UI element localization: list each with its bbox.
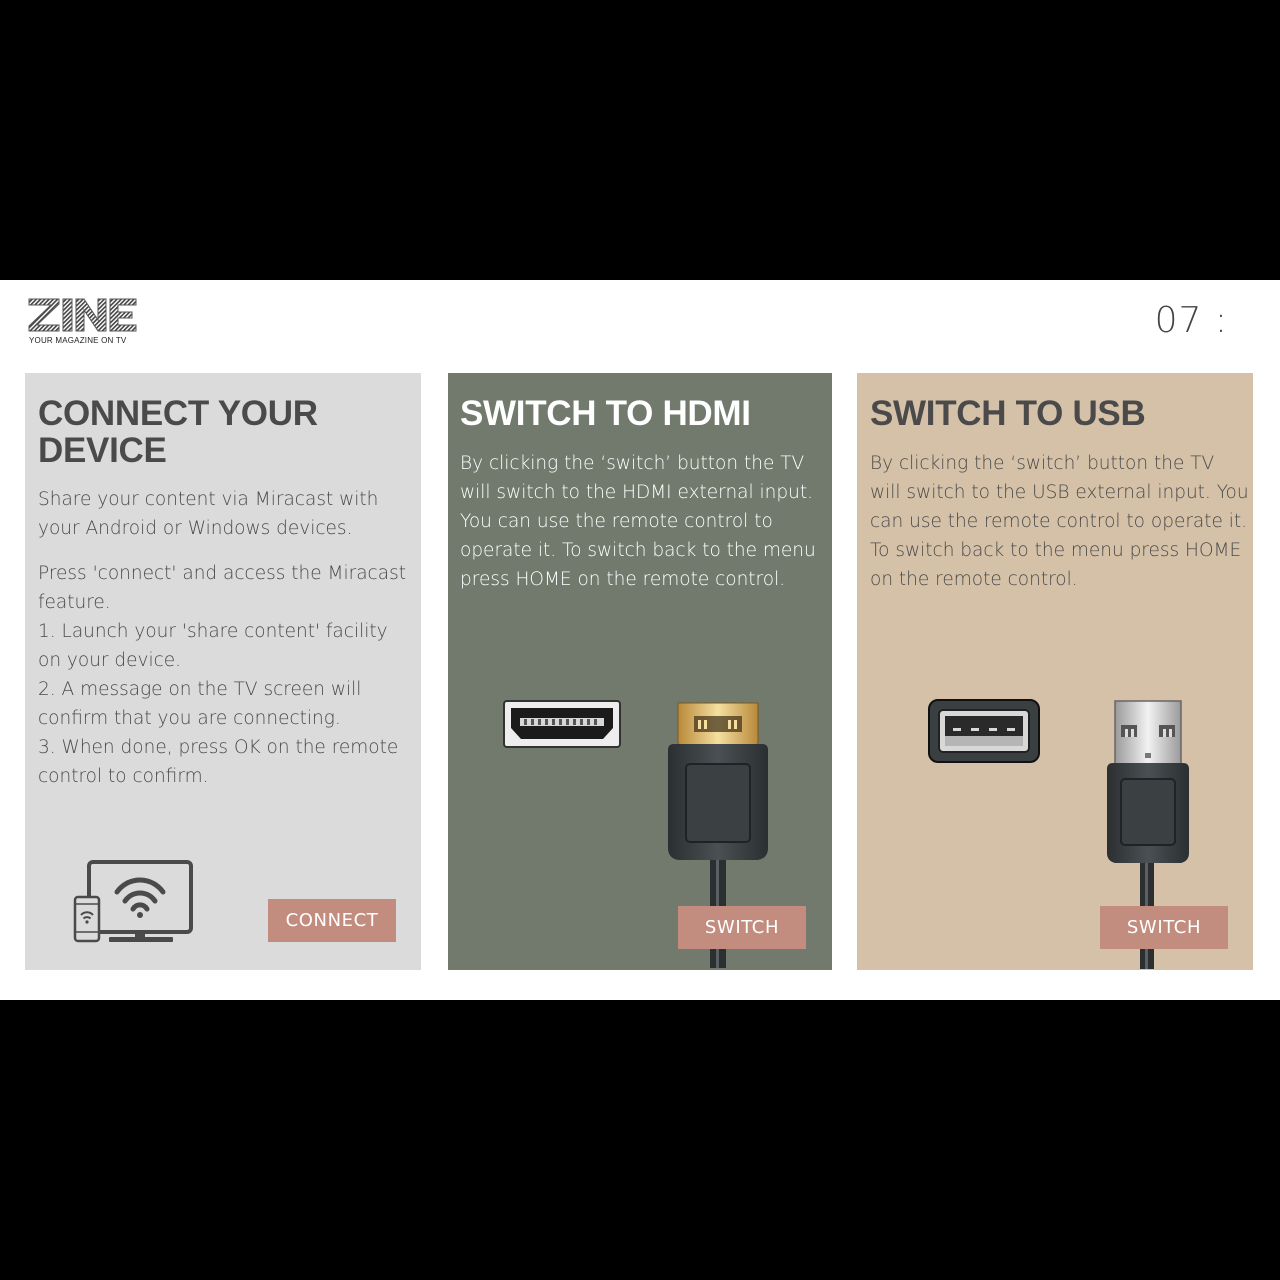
hdmi-panel-title: SWITCH TO HDMI: [460, 394, 751, 433]
smart-tv-screen: YOUR MAGAZINE ON TV 07 : CONNECT YOUR DE…: [0, 280, 1280, 1000]
connect-instruction-line: 3. When done, press OK on the remote con…: [38, 737, 399, 787]
usb-panel-title: SWITCH TO USB: [870, 394, 1146, 433]
hdmi-panel-body: By clicking the ‘switch’ button the TV w…: [460, 453, 816, 590]
connect-instruction-line: Press 'connect' and access the Miracast …: [38, 563, 406, 613]
logo-tagline: YOUR MAGAZINE ON TV: [29, 336, 127, 345]
connect-panel-title: CONNECT YOUR DEVICE: [38, 394, 318, 470]
connect-instruction-line: 2. A message on the TV screen will confi…: [38, 679, 362, 729]
connect-device-panel: CONNECT YOUR DEVICE Share your content v…: [25, 373, 421, 970]
connect-button[interactable]: CONNECT: [268, 899, 396, 942]
zine-logo: YOUR MAGAZINE ON TV: [28, 298, 138, 348]
miracast-cast-icon: [73, 860, 193, 943]
connect-intro-text: Share your content via Miracast with you…: [38, 489, 379, 539]
switch-to-usb-panel: SWITCH TO USB By clicking the ‘switch’ b…: [857, 373, 1253, 970]
clock: 07 :: [1154, 300, 1228, 341]
hdmi-switch-button[interactable]: SWITCH: [678, 906, 806, 949]
zine-logo-mark: [28, 298, 137, 332]
usb-port-icon: [928, 699, 1040, 763]
usb-panel-body: By clicking the ‘switch’ button the TV w…: [870, 453, 1249, 590]
connect-instructions: Press 'connect' and access the Miracast …: [38, 559, 413, 791]
connect-instruction-line: 1. Launch your 'share content' facility …: [38, 621, 388, 671]
hdmi-port-icon: [503, 700, 621, 748]
usb-switch-button[interactable]: SWITCH: [1100, 906, 1228, 949]
switch-to-hdmi-panel: SWITCH TO HDMI By clicking the ‘switch’ …: [448, 373, 832, 970]
